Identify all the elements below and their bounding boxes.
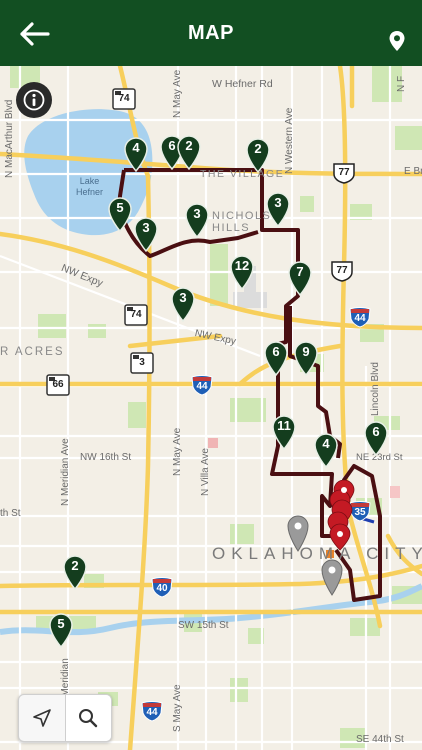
- location-marker[interactable]: 3: [184, 202, 210, 239]
- location-marker[interactable]: 2: [62, 554, 88, 591]
- road-label: N Meridian Ave: [60, 438, 71, 506]
- location-marker[interactable]: 3: [170, 286, 196, 323]
- state-highway-shield: 74: [112, 88, 136, 110]
- road-label: W Hefner Rd: [212, 78, 273, 90]
- interstate-shield: 44: [140, 700, 164, 722]
- search-icon: [79, 709, 98, 728]
- road-label: E Br: [404, 166, 422, 177]
- locate-me-button[interactable]: [19, 695, 65, 741]
- location-marker[interactable]: 6: [363, 420, 389, 457]
- location-marker[interactable]: 11: [271, 414, 297, 451]
- location-marker[interactable]: 7: [287, 260, 313, 297]
- interstate-shield: 40: [150, 576, 174, 598]
- state-highway-shield: 74: [124, 304, 148, 326]
- us-highway-shield: 77: [332, 162, 356, 184]
- location-marker[interactable]: 3: [265, 191, 291, 228]
- road-label: S May Ave: [172, 684, 183, 732]
- city-label: OKLAHOMA CITY: [212, 544, 422, 563]
- page-title: MAP: [188, 21, 234, 44]
- state-highway-shield: 3: [130, 352, 154, 374]
- road-label: SE 44th St: [356, 734, 404, 745]
- location-marker[interactable]: 2: [245, 137, 271, 174]
- lake-label: Lake Hefner: [76, 176, 104, 197]
- back-arrow-icon[interactable]: [18, 22, 50, 46]
- road-label: N May Ave: [172, 427, 183, 476]
- interstate-shield: 44: [348, 306, 372, 328]
- location-marker[interactable]: 3: [133, 216, 159, 253]
- gray-pin-marker[interactable]: [286, 514, 310, 552]
- road-label: N MacArthur Blvd: [4, 99, 15, 178]
- location-marker[interactable]: 5: [48, 612, 74, 649]
- location-marker[interactable]: 2: [176, 134, 202, 171]
- navigation-arrow-icon: [32, 709, 51, 727]
- road-label: th St: [0, 508, 21, 519]
- location-marker[interactable]: 4: [123, 136, 149, 173]
- road-label: NW 16th St: [80, 452, 132, 463]
- road-label: Lincoln Blvd: [370, 362, 381, 416]
- interstate-shield: 44: [190, 374, 214, 396]
- info-button[interactable]: [16, 82, 52, 118]
- location-marker[interactable]: 12: [229, 254, 255, 291]
- road-label: N Western Ave: [284, 107, 295, 174]
- location-pin-icon[interactable]: [388, 30, 406, 52]
- area-label: R ACRES: [0, 346, 65, 358]
- location-marker[interactable]: 5: [107, 196, 133, 233]
- search-button[interactable]: [64, 695, 111, 741]
- road-label: N F: [396, 75, 407, 92]
- gray-pin-marker[interactable]: [320, 558, 344, 596]
- location-marker[interactable]: 9: [293, 340, 319, 377]
- app-header: MAP: [0, 0, 422, 66]
- red-pin-cluster[interactable]: [318, 480, 368, 560]
- map-controls: [18, 694, 112, 742]
- us-highway-shield: 77: [330, 260, 354, 282]
- road-label: N Villa Ave: [200, 448, 211, 496]
- area-label: NICHOLS HILLS: [212, 210, 272, 234]
- road-label: SW 15th St: [178, 620, 229, 631]
- info-icon: [23, 89, 45, 111]
- location-marker[interactable]: 4: [313, 432, 339, 469]
- map-view[interactable]: N MacArthur Blvd N May Ave W Hefner Rd N…: [0, 66, 422, 750]
- area-label: THE VILLAGE: [200, 168, 285, 180]
- road-label: N May Ave: [172, 69, 183, 118]
- location-marker[interactable]: 6: [263, 340, 289, 377]
- state-highway-shield: 66: [46, 374, 70, 396]
